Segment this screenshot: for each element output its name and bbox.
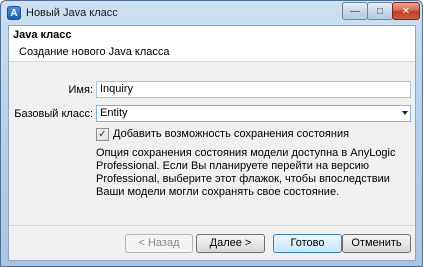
name-label: Имя: (68, 84, 93, 96)
dialog-window: A Новый Java класс — □ ✕ Java класс Созд… (0, 0, 423, 267)
window-title: Новый Java класс (26, 7, 118, 19)
base-class-value: Entity (100, 107, 128, 119)
name-input[interactable]: Inquiry (96, 81, 411, 98)
chevron-down-icon[interactable] (402, 111, 408, 115)
close-button[interactable]: ✕ (392, 2, 420, 20)
save-state-description: Опция сохранения состояния модели доступ… (96, 147, 396, 198)
maximize-icon: □ (376, 5, 384, 17)
save-state-checkbox[interactable]: ✓ (96, 128, 109, 141)
wizard-header: Java класс Создание нового Java класса (9, 26, 415, 62)
dialog-body: Java класс Создание нового Java класса И… (8, 25, 416, 261)
maximize-button[interactable]: □ (367, 2, 393, 20)
close-icon: ✕ (401, 5, 411, 17)
next-button[interactable]: Далее > (196, 234, 265, 253)
cancel-button[interactable]: Отменить (342, 234, 411, 253)
finish-button[interactable]: Готово (273, 234, 342, 253)
app-icon: A (7, 6, 21, 20)
page-title: Java класс (13, 29, 72, 41)
back-button[interactable]: < Назад (125, 234, 193, 253)
save-state-checkbox-label[interactable]: Добавить возможность сохранения состояни… (113, 128, 349, 140)
base-class-select[interactable]: Entity (96, 105, 411, 122)
footer-divider (9, 225, 415, 226)
minimize-button[interactable]: — (342, 2, 368, 20)
title-bar[interactable]: A Новый Java класс — □ ✕ (1, 1, 422, 25)
base-class-label: Базовый класс: (14, 108, 93, 120)
minimize-icon: — (350, 5, 360, 17)
page-subtitle: Создание нового Java класса (19, 46, 170, 58)
